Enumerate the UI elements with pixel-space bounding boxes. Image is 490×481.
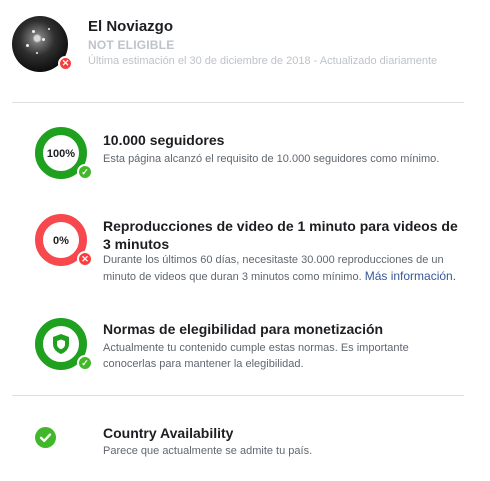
requirement-description: Esta página alcanzó el requisito de 10.0… [103,153,440,165]
more-info-link[interactable]: Más información. [365,269,456,283]
requirement-country-availability: Country Availability Parece que actualme… [0,424,490,464]
divider [12,395,464,396]
requirement-monetization-standards: ✓ Normas de elegibilidad para monetizaci… [0,315,490,375]
check-icon: ✓ [77,164,93,180]
requirement-description: Parece que actualmente se admite tu país… [103,445,313,457]
requirement-title: Country Availability [103,425,234,441]
requirement-video-views: 0% ✕ Reproducciones de video de 1 minuto… [0,211,490,283]
x-icon: ✕ [77,251,93,267]
page-name[interactable]: El Noviazgo [88,18,173,35]
requirement-description: Durante los últimos 60 días, necesitaste… [103,252,463,285]
estimate-timestamp: Última estimación el 30 de diciembre de … [88,55,438,67]
eligibility-status: NOT ELIGIBLE [88,38,175,52]
check-circle-icon [35,427,56,448]
requirement-followers: 100% ✓ 10.000 seguidores Esta página alc… [0,124,490,184]
progress-ring: 100% ✓ [33,124,93,184]
requirement-title: Reproducciones de video de 1 minuto para… [103,218,458,252]
page-header: ✕ El Noviazgo NOT ELIGIBLE Última estima… [12,14,482,76]
requirement-title: Normas de elegibilidad para monetización [103,321,384,337]
progress-ring: 0% ✕ [33,211,93,271]
divider [12,102,464,103]
requirement-title: 10.000 seguidores [103,132,225,148]
shield-ring: ✓ [33,315,93,375]
not-eligible-x-icon: ✕ [58,56,73,71]
requirement-description: Actualmente tu contenido cumple estas no… [103,342,409,370]
check-icon: ✓ [77,355,93,371]
